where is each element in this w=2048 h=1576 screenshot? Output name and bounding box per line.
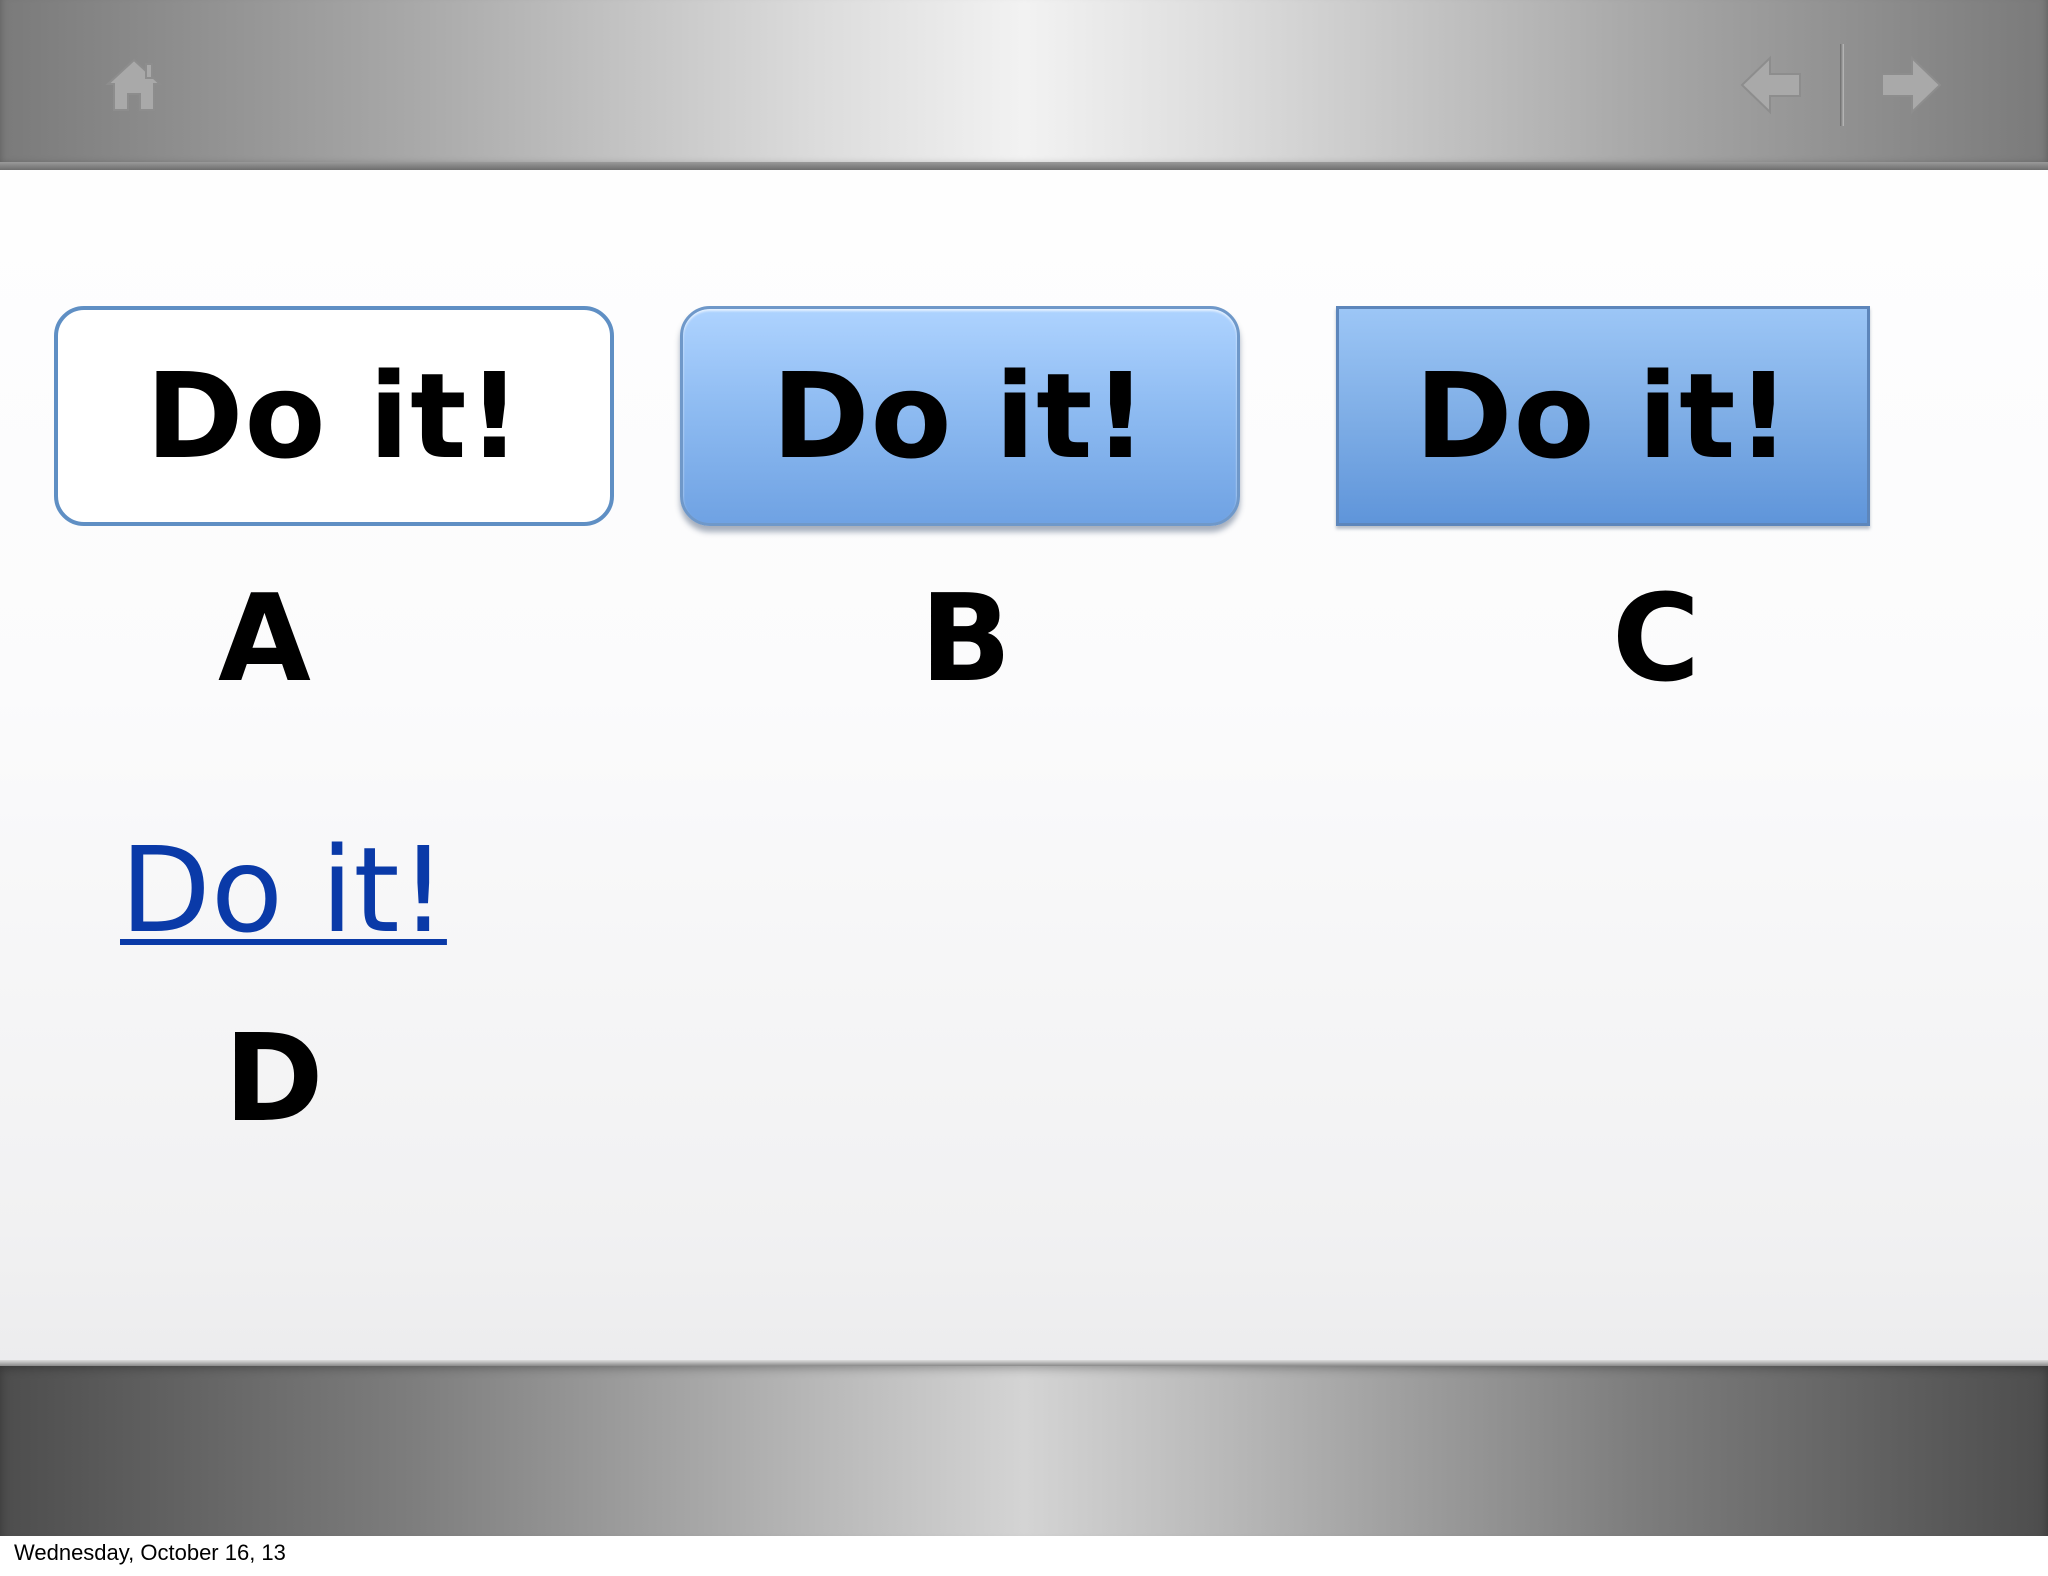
toolbar-separator <box>1840 44 1844 126</box>
do-it-button-b[interactable]: Do it! <box>680 306 1240 526</box>
button-a-text: Do it! <box>145 347 523 485</box>
back-arrow-icon[interactable] <box>1740 52 1802 118</box>
slide-canvas: Do it! Do it! Do it! A B C Do it! D <box>0 0 2048 1536</box>
label-d: D <box>224 1010 324 1149</box>
do-it-button-c[interactable]: Do it! <box>1336 306 1870 526</box>
top-toolbar <box>0 0 2048 170</box>
home-icon[interactable] <box>104 56 164 116</box>
forward-arrow-icon[interactable] <box>1880 52 1942 118</box>
bottom-toolbar <box>0 1360 2048 1536</box>
button-b-text: Do it! <box>771 347 1149 485</box>
button-c-text: Do it! <box>1414 347 1792 485</box>
label-b: B <box>920 570 1012 709</box>
do-it-button-a[interactable]: Do it! <box>54 306 614 526</box>
label-a: A <box>218 570 311 709</box>
do-it-link-d[interactable]: Do it! <box>120 825 447 956</box>
footer-date: Wednesday, October 16, 13 <box>14 1540 286 1565</box>
label-c: C <box>1612 570 1701 709</box>
